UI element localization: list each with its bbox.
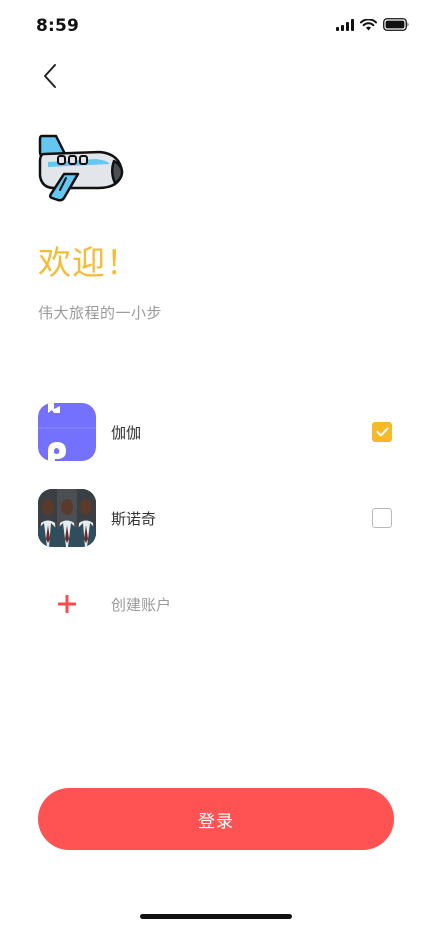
account-name: 斯诺奇 (111, 509, 157, 528)
avatar-image (38, 403, 96, 461)
plus-icon (38, 588, 96, 620)
avatar (38, 489, 96, 547)
chevron-left-icon (44, 64, 56, 88)
status-icons (336, 18, 410, 31)
account-checkbox-checked[interactable] (372, 422, 392, 442)
home-indicator (140, 914, 292, 919)
wifi-icon (360, 18, 377, 30)
battery-icon (383, 18, 409, 31)
account-row-snoochy[interactable]: 斯诺奇 (38, 489, 394, 547)
welcome-subtitle: 伟大旅程的一小步 (38, 304, 163, 322)
status-time: 8:59 (36, 16, 80, 36)
avatar (38, 403, 96, 461)
account-row-jiajia[interactable]: 伽伽 (38, 403, 394, 461)
create-account-label: 创建账户 (111, 595, 172, 614)
status-bar: 8:59 (0, 0, 430, 54)
account-checkbox-unchecked[interactable] (372, 508, 392, 528)
login-button[interactable]: 登录 (38, 788, 394, 850)
create-account-button[interactable]: 创建账户 (38, 588, 394, 620)
welcome-title: 欢迎！ (38, 243, 140, 282)
signal-icon (336, 18, 354, 31)
back-button[interactable] (34, 60, 66, 92)
avatar-image (38, 489, 96, 547)
airplane-icon (38, 134, 124, 202)
account-name: 伽伽 (111, 423, 142, 442)
checkmark-icon (376, 427, 388, 437)
